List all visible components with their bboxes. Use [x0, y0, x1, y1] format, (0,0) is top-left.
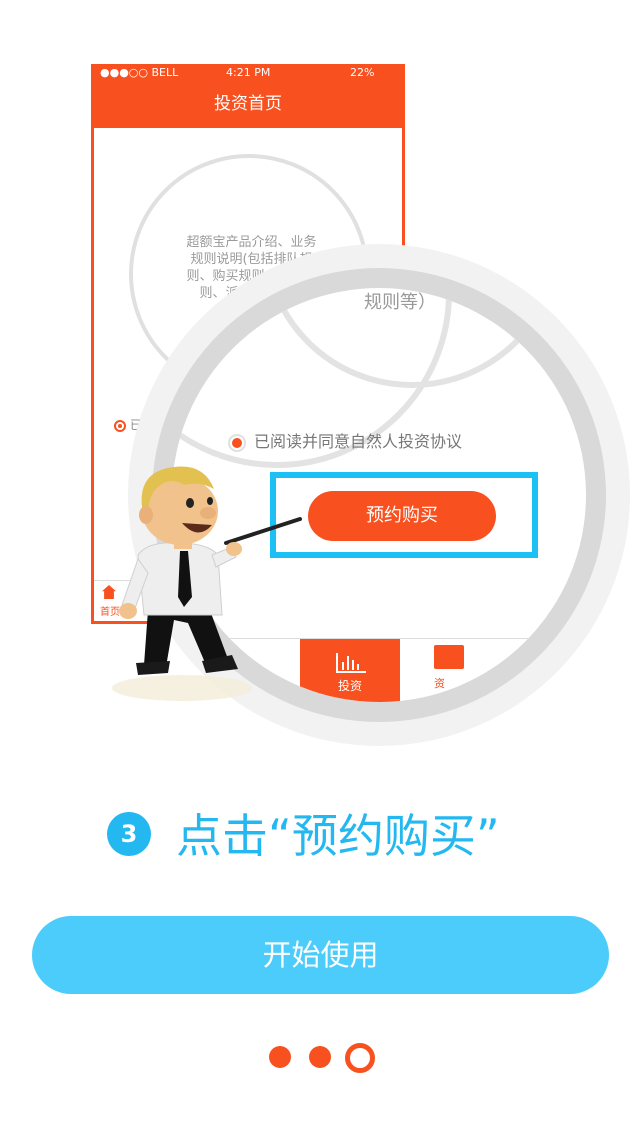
agree-label: 已阅读并同意自然人投资协议 — [254, 432, 463, 451]
agree-checkbox[interactable]: 已阅读并同意自然人投资协议 — [228, 428, 462, 452]
status-bar: ●●●○○ BELL 4:21 PM 22% — [94, 64, 402, 82]
status-time: 4:21 PM — [226, 66, 271, 79]
start-using-button[interactable]: 开始使用 — [32, 916, 609, 994]
page-dot-3-active[interactable] — [345, 1043, 375, 1073]
nav-title: 投资首页 — [94, 82, 402, 128]
carrier-label: ●●●○○ BELL — [100, 66, 179, 79]
step-title: 点击“预约购买” — [176, 809, 500, 863]
rules-text-tail: 规则等） — [364, 292, 436, 313]
tab-info-label: 资 — [434, 677, 445, 690]
chart-icon — [336, 653, 366, 673]
page-dot-1[interactable] — [269, 1046, 291, 1068]
news-icon: 资 — [434, 645, 464, 690]
tab-invest[interactable]: 投资 — [300, 639, 400, 702]
presenter-character-illustration — [119, 466, 302, 675]
radio-icon — [114, 419, 126, 432]
radio-checked-icon — [228, 433, 246, 452]
page-dot-2[interactable] — [309, 1046, 331, 1068]
step-number-badge: 3 — [107, 812, 151, 856]
battery-label: 22% — [350, 66, 375, 79]
highlight-box — [270, 472, 538, 558]
tab-invest-label: 投资 — [337, 679, 362, 693]
